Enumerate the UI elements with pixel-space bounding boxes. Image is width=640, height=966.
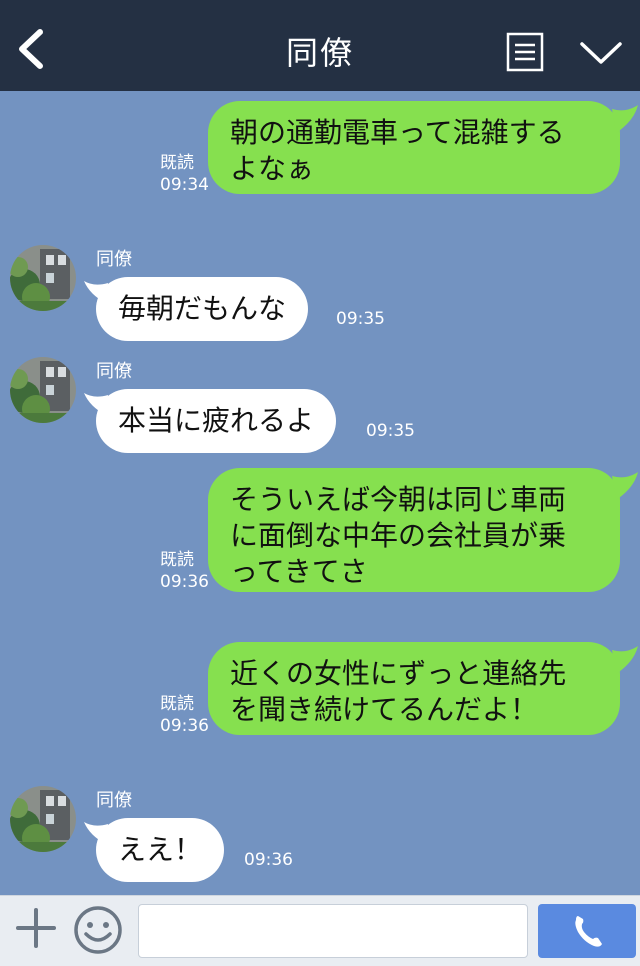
note-icon[interactable] [506, 32, 544, 72]
message-incoming: 同僚 ええ！ 09:36 [0, 782, 640, 882]
avatar[interactable] [10, 357, 76, 423]
input-bar [0, 895, 640, 966]
chevron-down-icon[interactable] [578, 36, 624, 70]
avatar[interactable] [10, 786, 76, 852]
message-time: 09:36 [244, 850, 293, 870]
read-receipt: 既読 [160, 550, 194, 570]
bubble-tail [612, 646, 638, 674]
message-outgoing: 既読 09:36 近くの女性にずっと連絡先 を聞き続けてるんだよ！ [0, 642, 640, 736]
read-receipt: 既読 [160, 694, 194, 714]
message-time: 09:36 [160, 572, 209, 592]
avatar[interactable] [10, 245, 76, 311]
message-bubble[interactable]: 本当に疲れるよ [96, 389, 337, 453]
chat-title: 同僚 [285, 34, 354, 72]
message-bubble[interactable]: ええ！ [96, 818, 225, 882]
message-time: 09:36 [160, 716, 209, 736]
smiley-icon[interactable] [72, 904, 124, 956]
message-time: 09:35 [366, 421, 415, 441]
chat-area[interactable]: 既読 09:34 朝の通勤電車って混雑する よなぁ 同僚 毎朝だもんな 09:3… [0, 91, 640, 895]
bubble-tail [612, 472, 638, 500]
sender-name: 同僚 [96, 249, 132, 270]
message-bubble[interactable]: 毎朝だもんな [96, 277, 309, 341]
call-button[interactable] [538, 904, 636, 958]
message-bubble[interactable]: 近くの女性にずっと連絡先 を聞き続けてるんだよ！ [208, 642, 620, 735]
message-bubble[interactable]: そういえば今朝は同じ車両 に面倒な中年の会社員が乗 ってきてさ [208, 468, 620, 592]
sender-name: 同僚 [96, 790, 132, 811]
message-bubble[interactable]: 朝の通勤電車って混雑する よなぁ [208, 101, 620, 194]
message-input[interactable] [138, 904, 528, 958]
plus-icon[interactable] [14, 906, 58, 950]
read-receipt: 既読 [160, 153, 194, 173]
bubble-tail [612, 105, 638, 133]
message-time: 09:34 [160, 175, 209, 195]
message-outgoing: 既読 09:34 朝の通勤電車って混雑する よなぁ [0, 101, 640, 196]
sender-name: 同僚 [96, 361, 132, 382]
message-outgoing: 既読 09:36 そういえば今朝は同じ車両 に面倒な中年の会社員が乗 ってきてさ [0, 468, 640, 594]
message-incoming: 同僚 本当に疲れるよ 09:35 [0, 353, 640, 453]
message-time: 09:35 [336, 309, 385, 329]
chat-header: 同僚 [0, 0, 640, 91]
phone-icon [575, 916, 602, 947]
message-incoming: 同僚 毎朝だもんな 09:35 [0, 241, 640, 341]
